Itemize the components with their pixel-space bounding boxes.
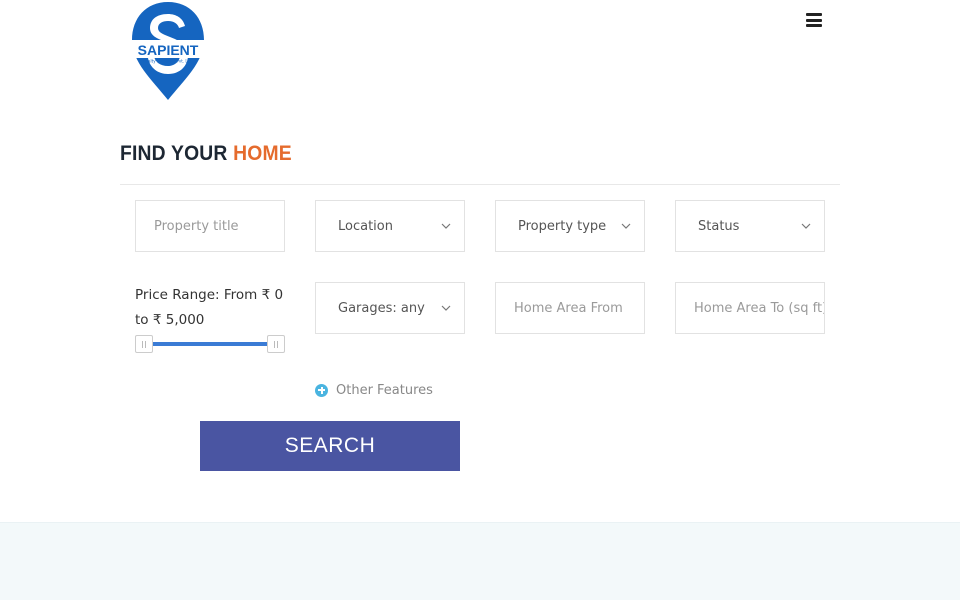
price-range-track[interactable] bbox=[144, 342, 276, 346]
chevron-down-icon bbox=[441, 305, 451, 311]
other-features-label: Other Features bbox=[336, 382, 433, 398]
site-header: SAPIENT Realty Solutions Pvt. Ltd. bbox=[0, 0, 960, 110]
garages-select[interactable]: Garages: any bbox=[315, 282, 465, 334]
property-title-input[interactable]: Property title bbox=[135, 200, 285, 252]
home-area-to-placeholder: Home Area To (sq ft) bbox=[694, 300, 825, 316]
property-title-placeholder: Property title bbox=[154, 218, 239, 234]
price-range-label: Price Range: From ₹ 0 to ₹ 5,000 bbox=[135, 287, 284, 328]
price-min-handle[interactable] bbox=[135, 335, 153, 353]
other-features-toggle[interactable]: Other Features bbox=[315, 381, 433, 399]
garages-value: Garages: any bbox=[338, 300, 425, 316]
status-value: Status bbox=[698, 218, 740, 234]
home-area-from-input[interactable]: Home Area From bbox=[495, 282, 645, 334]
property-type-value: Property type bbox=[518, 218, 607, 234]
property-type-select[interactable]: Property type bbox=[495, 200, 645, 252]
chevron-down-icon bbox=[441, 223, 451, 229]
logo-text: SAPIENT bbox=[138, 42, 199, 58]
footer-band bbox=[0, 522, 960, 600]
home-area-from-placeholder: Home Area From bbox=[514, 300, 623, 316]
search-button[interactable]: SEARCH bbox=[200, 421, 460, 471]
title-prefix: FIND YOUR bbox=[120, 142, 228, 165]
logo-subtext: Realty Solutions Pvt. Ltd. bbox=[143, 59, 193, 64]
hamburger-icon[interactable] bbox=[806, 13, 822, 27]
home-area-to-input[interactable]: Home Area To (sq ft) bbox=[675, 282, 825, 334]
title-accent: HOME bbox=[233, 142, 292, 165]
chevron-down-icon bbox=[621, 223, 631, 229]
chevron-down-icon bbox=[801, 223, 811, 229]
price-max-handle[interactable] bbox=[267, 335, 285, 353]
sapient-logo[interactable]: SAPIENT Realty Solutions Pvt. Ltd. bbox=[128, 0, 208, 104]
section-title: FIND YOUR HOME bbox=[120, 142, 292, 166]
plus-circle-icon bbox=[315, 383, 328, 397]
status-select[interactable]: Status bbox=[675, 200, 825, 252]
location-value: Location bbox=[338, 218, 393, 234]
location-select[interactable]: Location bbox=[315, 200, 465, 252]
divider bbox=[120, 184, 840, 185]
